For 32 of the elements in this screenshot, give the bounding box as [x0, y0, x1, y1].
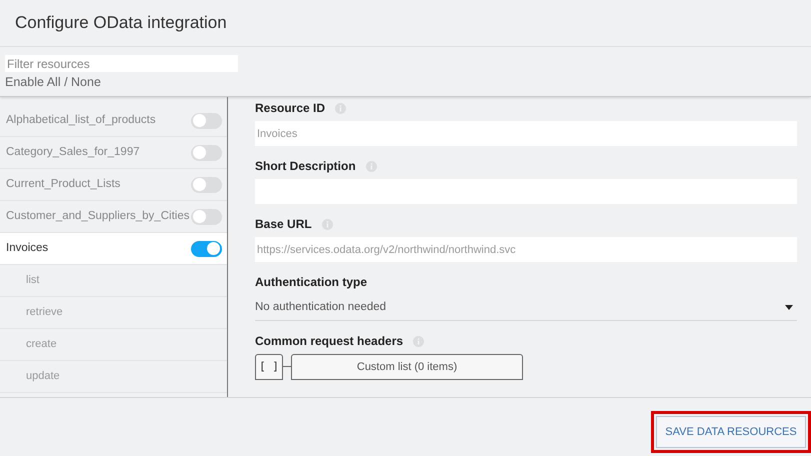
resource-row[interactable]: Category_Sales_for_1997 — [0, 137, 227, 169]
info-icon[interactable] — [413, 336, 424, 346]
save-data-resources-button[interactable]: SAVE DATA RESOURCES — [656, 416, 806, 448]
field-label: Common request headers — [255, 333, 404, 350]
text-field[interactable]: Invoices — [255, 121, 797, 146]
info-icon[interactable] — [366, 160, 377, 172]
resource-row[interactable]: Current_Product_Lists — [0, 169, 227, 201]
text-field[interactable]: https://services.odata.org/v2/northwind/northwind.svc — [255, 237, 797, 262]
custom-list-button[interactable]: Custom list (0 items) — [291, 354, 523, 380]
field-label: Authentication type — [255, 274, 368, 291]
operation-item[interactable]: create — [0, 329, 227, 361]
operation-item[interactable]: list — [0, 265, 227, 297]
toggle-switch[interactable] — [191, 144, 222, 160]
operation-item[interactable]: retrieve — [0, 297, 227, 329]
toggle-switch[interactable] — [191, 112, 222, 128]
field-label: Resource ID — [255, 100, 326, 117]
dialog-title: Configure OData integration — [15, 12, 227, 34]
enable-all-none-link[interactable]: Enable All / None — [5, 73, 806, 92]
toggle-switch[interactable] — [191, 240, 222, 256]
toggle-switch[interactable] — [191, 208, 222, 224]
caret-icon — [785, 305, 793, 310]
list-toggle-button[interactable]: [ ] — [255, 354, 283, 380]
info-icon[interactable] — [322, 218, 333, 230]
resource-row[interactable]: Alphabetical_list_of_products — [0, 105, 227, 137]
field-label: Short Description — [255, 158, 356, 175]
resource-row[interactable]: Invoices — [0, 233, 227, 265]
field-label: Base URL — [255, 216, 312, 233]
toggle-switch[interactable] — [191, 176, 222, 192]
info-icon[interactable] — [335, 102, 346, 114]
filter-field[interactable]: Filter resources — [5, 55, 238, 72]
operation-item[interactable]: update — [0, 361, 227, 393]
authentication-dropdown[interactable]: No authentication needed — [255, 295, 797, 321]
